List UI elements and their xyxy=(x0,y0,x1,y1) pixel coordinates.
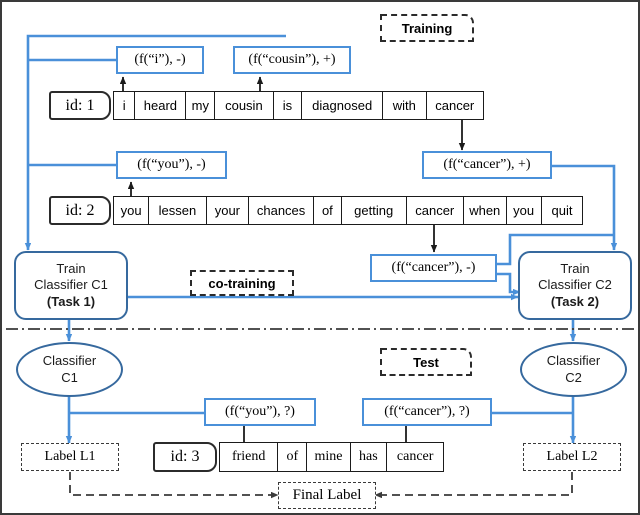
token: heard xyxy=(134,91,186,120)
classifier-c1-line2: C1 xyxy=(61,369,78,385)
token: cancer xyxy=(405,196,463,225)
train-c1-line1: Train xyxy=(56,260,86,276)
token: has xyxy=(349,442,386,472)
feature-box-you-unknown: (f(“you”), ?) xyxy=(204,398,316,426)
feature-box-you-negative: (f(“you”), -) xyxy=(116,151,227,179)
feature-box-cousin-positive: (f(“cousin”), +) xyxy=(233,46,351,74)
stage-tag-training: Training xyxy=(380,14,474,42)
token: i xyxy=(113,91,135,120)
token: with xyxy=(381,91,426,120)
stage-tag-co-training: co-training xyxy=(190,270,294,296)
train-classifier-c2[interactable]: Train Classifier C2 (Task 2) xyxy=(518,251,632,320)
feature-box-cancer-negative: (f(“cancer”), -) xyxy=(370,254,497,282)
token: cancer xyxy=(425,91,484,120)
sentence-id-3: id: 3 xyxy=(153,442,217,472)
classifier-c2-line1: Classifier xyxy=(546,352,601,368)
classifier-c2[interactable]: Classifier C2 xyxy=(520,342,627,397)
feature-box-cancer-unknown: (f(“cancer”), ?) xyxy=(362,398,492,426)
classifier-c2-line2: C2 xyxy=(565,369,582,385)
token: diagnosed xyxy=(301,91,382,120)
sentence-id-1: id: 1 xyxy=(49,91,111,120)
feature-box-cancer-positive: (f(“cancer”), +) xyxy=(422,151,552,179)
classifier-c1-line1: Classifier xyxy=(42,352,97,368)
train-c2-line2: Classifier C2 xyxy=(538,277,612,293)
token: of xyxy=(277,442,307,472)
train-c1-task: (Task 1) xyxy=(46,293,96,309)
token: getting xyxy=(340,196,406,225)
token: is xyxy=(272,91,302,120)
train-classifier-c1[interactable]: Train Classifier C1 (Task 1) xyxy=(14,251,128,320)
feature-box-i-negative: (f(“i”), -) xyxy=(116,46,204,74)
token: your xyxy=(205,196,249,225)
classifier-c1[interactable]: Classifier C1 xyxy=(16,342,123,397)
sentence-tokens-1: i heard my cousin is diagnosed with cancer xyxy=(113,91,484,120)
train-c2-task: (Task 2) xyxy=(550,293,600,309)
token: friend xyxy=(219,442,278,472)
token: mine xyxy=(306,442,350,472)
token: of xyxy=(312,196,341,225)
token: you xyxy=(505,196,541,225)
sentence-tokens-2: you lessen your chances of getting cancer when y… xyxy=(113,196,584,225)
sentence-tokens-3: friend of mine has cancer xyxy=(219,442,445,472)
token: cancer xyxy=(385,442,445,472)
train-c2-line1: Train xyxy=(560,260,590,276)
token: cousin xyxy=(214,91,273,120)
token: lessen xyxy=(148,196,206,225)
sentence-id-2: id: 2 xyxy=(49,196,111,225)
train-c1-line2: Classifier C1 xyxy=(34,277,108,293)
token: when xyxy=(462,196,506,225)
token: quit xyxy=(540,196,584,225)
token: you xyxy=(113,196,149,225)
label-l1: Label L1 xyxy=(21,443,119,471)
final-label: Final Label xyxy=(278,482,376,509)
token: my xyxy=(185,91,215,120)
token: chances xyxy=(248,196,313,225)
stage-tag-test: Test xyxy=(380,348,472,376)
figure-canvas: Training co-training Test (f(“i”), -) (f… xyxy=(0,0,640,515)
label-l2: Label L2 xyxy=(523,443,621,471)
